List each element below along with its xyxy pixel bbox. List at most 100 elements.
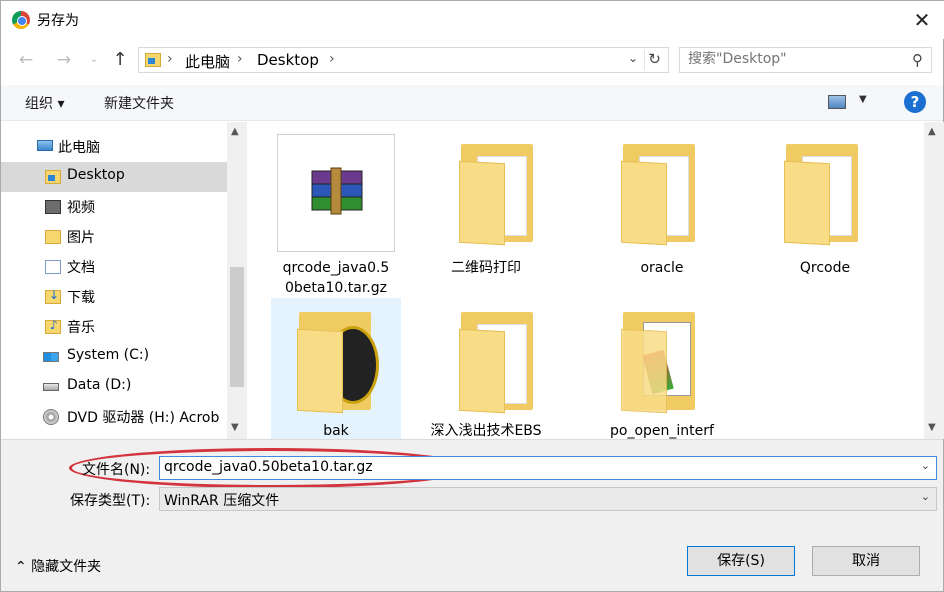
file-item[interactable]: 二维码打印 bbox=[421, 126, 551, 301]
file-item[interactable]: 深入浅出技术EBS bbox=[421, 298, 551, 439]
downloads-folder-icon bbox=[45, 288, 61, 304]
filename-input[interactable] bbox=[164, 459, 904, 475]
dialog-title: 另存为 bbox=[37, 13, 79, 29]
filename-label: 文件名(N): bbox=[82, 462, 151, 478]
back-arrow-icon[interactable]: ← bbox=[15, 49, 37, 71]
sidebar-item-label: 图片 bbox=[67, 230, 95, 246]
folder-icon bbox=[297, 312, 379, 414]
breadcrumb-separator[interactable]: › bbox=[167, 51, 173, 67]
command-toolbar: 组织 ▾ 新建文件夹 ▼ ? bbox=[1, 85, 943, 121]
search-icon[interactable]: ⚲ bbox=[912, 51, 923, 69]
file-name: oracle bbox=[640, 260, 684, 276]
file-list-pane: qrcode_java0.5 0beta10.tar.gz 二维码打印 orac… bbox=[248, 122, 924, 439]
search-box[interactable]: ⚲ bbox=[679, 47, 932, 73]
file-name: 深入浅出技术EBS bbox=[430, 423, 542, 439]
sidebar-item-label: Desktop bbox=[67, 167, 125, 183]
file-name: po_open_interf bbox=[610, 423, 714, 439]
organize-button[interactable]: 组织 ▾ bbox=[25, 93, 64, 113]
pictures-folder-icon bbox=[45, 230, 61, 244]
hide-folders-button[interactable]: ⌃ 隐藏文件夹 bbox=[15, 556, 101, 576]
sidebar-item-label: 音乐 bbox=[67, 320, 95, 336]
documents-folder-icon bbox=[45, 260, 61, 274]
filetype-value: WinRAR 压缩文件 bbox=[164, 493, 280, 509]
save-form: 文件名(N): ⌄ 保存类型(T): WinRAR 压缩文件 ⌄ ⌃ 隐藏文件夹… bbox=[1, 439, 943, 591]
breadcrumb-separator[interactable]: › bbox=[237, 51, 243, 67]
sidebar-scrollbar[interactable]: ▲ ▼ bbox=[227, 122, 247, 439]
sidebar-item-downloads[interactable]: 下载 bbox=[1, 282, 227, 312]
file-item[interactable]: po_open_interf bbox=[597, 298, 727, 439]
scroll-up-icon[interactable]: ▲ bbox=[231, 126, 239, 137]
computer-icon bbox=[37, 140, 53, 151]
folder-icon bbox=[459, 144, 539, 246]
breadcrumb-this-pc[interactable]: 此电脑 bbox=[185, 51, 230, 72]
change-view-icon[interactable] bbox=[828, 95, 846, 109]
save-as-dialog: 另存为 ✕ ← → ⌄ ↑ › 此电脑 › Desktop › ⌄ ↻ ⚲ 组织… bbox=[0, 0, 944, 592]
file-item[interactable]: Qrcode bbox=[760, 126, 890, 301]
scroll-down-icon[interactable]: ▼ bbox=[928, 422, 936, 433]
folder-icon bbox=[621, 144, 701, 246]
chevron-down-icon[interactable]: ⌄ bbox=[921, 490, 930, 503]
folder-icon bbox=[784, 144, 864, 246]
sidebar-item-label: 此电脑 bbox=[58, 140, 100, 156]
forward-arrow-icon[interactable]: → bbox=[53, 49, 75, 71]
desktop-folder-icon bbox=[45, 170, 61, 184]
sidebar-item-data-d[interactable]: Data (D:) bbox=[1, 372, 227, 402]
sidebar-item-system-c[interactable]: System (C:) bbox=[1, 342, 227, 372]
folder-icon bbox=[459, 312, 539, 414]
up-arrow-icon[interactable]: ↑ bbox=[109, 49, 131, 71]
sidebar-item-documents[interactable]: 文档 bbox=[1, 252, 227, 282]
file-name: 0beta10.tar.gz bbox=[285, 280, 387, 296]
sidebar-item-this-pc[interactable]: 此电脑 bbox=[1, 132, 227, 162]
sidebar-item-dvd-h[interactable]: DVD 驱动器 (H:) Acrob bbox=[1, 402, 227, 432]
scroll-down-icon[interactable]: ▼ bbox=[231, 422, 239, 433]
title-bar: 另存为 ✕ bbox=[1, 1, 944, 39]
cancel-button[interactable]: 取消 bbox=[812, 546, 920, 576]
dvd-drive-icon bbox=[43, 409, 59, 425]
windows-drive-icon bbox=[43, 352, 59, 362]
sidebar-item-videos[interactable]: 视频 bbox=[1, 192, 227, 222]
video-folder-icon bbox=[45, 200, 61, 214]
file-name: qrcode_java0.5 bbox=[282, 260, 390, 276]
close-button[interactable]: ✕ bbox=[907, 7, 937, 33]
file-item[interactable]: qrcode_java0.5 0beta10.tar.gz bbox=[271, 126, 401, 301]
sidebar-item-label: System (C:) bbox=[67, 347, 150, 363]
file-pane-scrollbar[interactable]: ▲ ▼ bbox=[924, 122, 944, 439]
music-folder-icon bbox=[45, 318, 61, 334]
breadcrumb-desktop[interactable]: Desktop bbox=[257, 51, 319, 69]
winrar-archive-icon bbox=[277, 134, 395, 252]
drive-icon bbox=[43, 383, 59, 391]
file-item[interactable]: bak bbox=[271, 298, 401, 439]
file-name: bak bbox=[323, 423, 349, 439]
scrollbar-thumb[interactable] bbox=[230, 267, 244, 387]
view-dropdown-icon[interactable]: ▼ bbox=[859, 94, 867, 105]
address-bar[interactable]: › 此电脑 › Desktop › ⌄ ↻ bbox=[138, 47, 669, 73]
search-input[interactable] bbox=[688, 51, 898, 67]
breadcrumb-separator[interactable]: › bbox=[329, 51, 335, 67]
recent-locations-chevron-icon[interactable]: ⌄ bbox=[83, 49, 105, 71]
sidebar-item-desktop[interactable]: Desktop bbox=[1, 162, 227, 192]
new-folder-button[interactable]: 新建文件夹 bbox=[104, 93, 174, 113]
file-name: Qrcode bbox=[799, 260, 851, 276]
sidebar-item-label: DVD 驱动器 (H:) Acrob bbox=[67, 410, 220, 426]
help-icon[interactable]: ? bbox=[904, 91, 926, 113]
sidebar-item-label: Data (D:) bbox=[67, 377, 132, 393]
sidebar-item-label: 视频 bbox=[67, 200, 95, 216]
filetype-select[interactable]: WinRAR 压缩文件 ⌄ bbox=[159, 487, 937, 511]
navigation-pane: 此电脑 Desktop 视频 图片 文档 下载 音乐 System (C:) bbox=[1, 122, 247, 439]
file-item[interactable]: oracle bbox=[597, 126, 727, 301]
filename-combobox[interactable]: ⌄ bbox=[159, 456, 937, 480]
chevron-down-icon[interactable]: ⌄ bbox=[921, 459, 930, 472]
sidebar-item-label: 下载 bbox=[67, 290, 95, 306]
file-name: 二维码打印 bbox=[451, 260, 521, 276]
scroll-up-icon[interactable]: ▲ bbox=[928, 126, 936, 137]
folder-icon bbox=[621, 312, 701, 414]
sidebar-item-label: 文档 bbox=[67, 260, 95, 276]
refresh-icon[interactable]: ↻ bbox=[644, 50, 664, 70]
address-dropdown-chevron-icon[interactable]: ⌄ bbox=[628, 51, 638, 65]
chrome-icon bbox=[12, 11, 30, 29]
desktop-folder-icon bbox=[145, 53, 161, 67]
sidebar-item-pictures[interactable]: 图片 bbox=[1, 222, 227, 252]
sidebar-item-music[interactable]: 音乐 bbox=[1, 312, 227, 342]
filetype-label: 保存类型(T): bbox=[70, 493, 151, 509]
save-button[interactable]: 保存(S) bbox=[687, 546, 795, 576]
